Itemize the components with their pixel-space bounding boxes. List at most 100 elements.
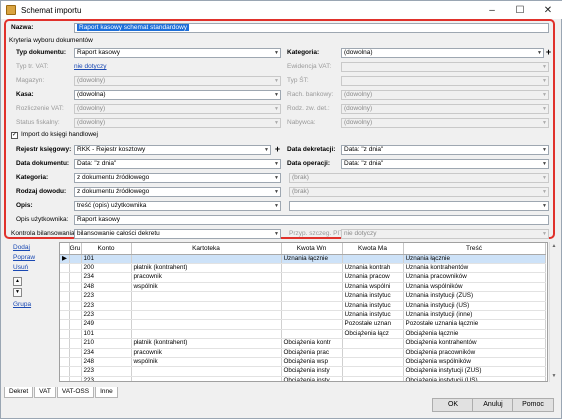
table-cell[interactable] xyxy=(60,357,70,368)
vat-settlement-select[interactable]: (dowolny) ▼ xyxy=(74,104,281,114)
table-cell[interactable]: Obciążenia pracowników xyxy=(403,348,546,358)
table-cell[interactable] xyxy=(69,338,82,349)
close-button[interactable]: ✕ xyxy=(534,1,562,19)
category-select[interactable]: (dowolna) ▼ xyxy=(341,48,544,58)
table-cell[interactable] xyxy=(342,357,404,368)
table-cell[interactable]: Obciążenia instytucji (US) xyxy=(403,376,546,381)
table-cell[interactable] xyxy=(60,338,70,349)
import-category-secondary[interactable]: (brak) ▼ xyxy=(289,173,549,183)
table-cell[interactable]: pracownik xyxy=(131,348,282,358)
grid-header[interactable]: Konto xyxy=(81,243,132,255)
table-row[interactable]: 210 płatnik (kontrahent) Obciążenia kontr O… xyxy=(60,338,546,349)
table-cell[interactable] xyxy=(131,319,282,330)
table-cell[interactable]: Uznania instytucji (US) xyxy=(403,301,546,311)
table-cell[interactable]: Obciążenia łącz xyxy=(342,329,404,340)
grid-header[interactable]: Treść xyxy=(403,243,546,255)
minimize-button[interactable]: – xyxy=(478,1,506,19)
add-ledger-button[interactable]: + xyxy=(273,145,282,155)
table-cell[interactable]: 223 xyxy=(81,301,132,311)
table-cell[interactable] xyxy=(69,282,82,293)
table-cell[interactable] xyxy=(131,310,282,321)
table-cell[interactable]: Obciążenia wsp xyxy=(281,357,343,368)
table-cell[interactable] xyxy=(60,291,70,302)
table-cell[interactable]: Uznania instytuc xyxy=(342,291,404,302)
buyer-select[interactable]: (dowolny) ▼ xyxy=(341,118,549,128)
table-cell[interactable] xyxy=(281,310,343,321)
table-cell[interactable]: Uznania pracow xyxy=(342,272,404,283)
user-description-input[interactable]: Raport kasowy xyxy=(74,215,549,225)
table-cell[interactable] xyxy=(69,376,82,381)
asset-type-select[interactable]: ▼ xyxy=(341,76,549,86)
table-cell[interactable]: wspólnik xyxy=(131,357,282,368)
table-cell[interactable]: Obciążenia łącznie xyxy=(403,329,546,340)
table-cell[interactable] xyxy=(281,282,343,293)
table-cell[interactable] xyxy=(281,263,343,274)
grid-header[interactable]: Kwota Ma xyxy=(342,243,404,255)
scroll-up-icon[interactable]: ▲ xyxy=(551,243,557,250)
table-cell[interactable] xyxy=(342,348,404,358)
table-cell[interactable] xyxy=(342,254,404,264)
table-cell[interactable] xyxy=(281,301,343,311)
table-cell[interactable] xyxy=(60,282,70,293)
table-cell[interactable]: Uznania instytuc xyxy=(342,301,404,311)
tab-vat-oss[interactable]: VAT-OSS xyxy=(56,387,95,398)
table-cell[interactable]: Uznania instytucji (inne) xyxy=(403,310,546,321)
doc-type-select[interactable]: Raport kasowy ▼ xyxy=(74,48,281,58)
add-category-button[interactable]: + xyxy=(544,48,553,58)
table-cell[interactable] xyxy=(60,348,70,358)
table-cell[interactable]: 234 xyxy=(81,348,132,358)
table-cell[interactable] xyxy=(60,263,70,274)
table-cell[interactable] xyxy=(69,310,82,321)
table-cell[interactable]: Obciążenia kontr xyxy=(281,338,343,349)
table-cell[interactable] xyxy=(69,263,82,274)
return-type-select[interactable]: (dowolny) ▼ xyxy=(341,104,549,114)
table-cell[interactable] xyxy=(69,329,82,340)
table-row[interactable]: 223 Uznania instytuc Uznania instytucji (i… xyxy=(60,310,546,321)
fiscal-status-select[interactable]: (dowolny) ▼ xyxy=(74,118,281,128)
table-cell[interactable]: 223 xyxy=(81,291,132,302)
table-cell[interactable]: Uznania wspólni xyxy=(342,282,404,293)
vat-registry-select[interactable]: ▼ xyxy=(341,62,549,72)
table-cell[interactable]: pracownik xyxy=(131,272,282,283)
table-cell[interactable] xyxy=(131,254,282,264)
grid-scrollbar[interactable]: ▲ ▼ xyxy=(549,242,557,382)
table-cell[interactable] xyxy=(69,272,82,283)
bank-account-select[interactable]: (dowolny) ▼ xyxy=(341,90,549,100)
table-cell[interactable] xyxy=(60,376,70,381)
table-cell[interactable] xyxy=(131,366,282,377)
maximize-button[interactable]: ☐ xyxy=(506,1,534,19)
grid-header[interactable]: Kartoteka xyxy=(131,243,282,255)
table-row[interactable]: 223 Obciążenia insty Obciążenia instytucji… xyxy=(60,366,546,377)
table-cell[interactable]: Uznania kontrahentów xyxy=(403,263,546,274)
table-cell[interactable]: ▶ xyxy=(60,254,70,264)
table-cell[interactable]: 101 xyxy=(81,254,132,264)
edit-link[interactable]: Popraw xyxy=(13,254,35,261)
table-row[interactable]: 223 Obciążenia insty Obciążenia instytucji… xyxy=(60,376,546,381)
name-input[interactable]: Raport kasowy schemat standardowy xyxy=(74,23,549,33)
table-cell[interactable]: Pozostałe uznan xyxy=(342,319,404,330)
description-extra-input[interactable]: ▼ xyxy=(289,201,549,211)
move-down-icon[interactable]: ▼ xyxy=(13,288,22,297)
table-cell[interactable] xyxy=(281,291,343,302)
table-cell[interactable] xyxy=(342,376,404,381)
import-category-select[interactable]: z dokumentu źródłowego ▼ xyxy=(74,173,281,183)
table-cell[interactable]: 248 xyxy=(81,357,132,368)
table-cell[interactable]: Obciążenia insty xyxy=(281,366,343,377)
table-cell[interactable] xyxy=(60,329,70,340)
table-cell[interactable] xyxy=(131,376,282,381)
tab-inne[interactable]: Inne xyxy=(95,387,118,398)
grid-header[interactable] xyxy=(60,243,70,255)
scroll-down-icon[interactable]: ▼ xyxy=(551,373,557,380)
table-cell[interactable] xyxy=(69,366,82,377)
warehouse-select[interactable]: (dowolny) ▼ xyxy=(74,76,281,86)
table-cell[interactable] xyxy=(69,291,82,302)
description-select[interactable]: treść (opis) użytkownika ▼ xyxy=(74,201,281,211)
table-cell[interactable] xyxy=(69,357,82,368)
table-cell[interactable] xyxy=(69,348,82,358)
table-cell[interactable]: 234 xyxy=(81,272,132,283)
cancel-button[interactable]: Anuluj xyxy=(472,398,514,412)
table-cell[interactable] xyxy=(60,301,70,311)
move-up-icon[interactable]: ▲ xyxy=(13,277,22,286)
ok-button[interactable]: OK xyxy=(432,398,474,412)
proof-type-select[interactable]: z dokumentu źródłowego ▼ xyxy=(74,187,281,197)
